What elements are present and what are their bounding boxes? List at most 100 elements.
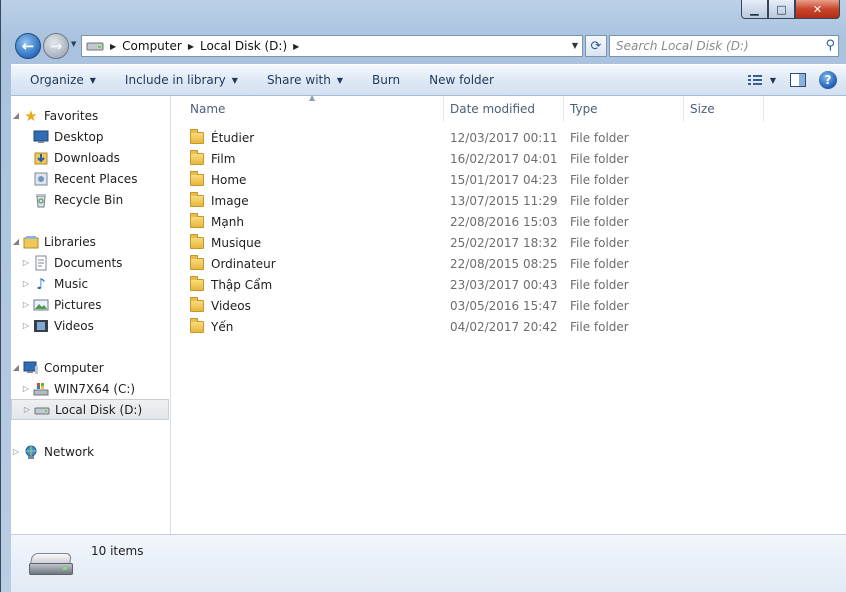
folder-icon [190,317,204,333]
burn-button[interactable]: Burn [352,65,409,95]
drive-icon [86,42,104,51]
table-row[interactable]: Mạnh 22/08/2016 15:03 File folder [172,211,772,232]
sidebar-item-desktop[interactable]: Desktop [11,126,169,147]
sidebar-item-music[interactable]: ▷ ♪ Music [11,273,169,294]
address-bar[interactable]: ▶ Computer ▶ Local Disk (D:) ▶ ▼ [81,35,583,57]
sidebar-item-label: Videos [54,318,94,333]
sidebar-item-recycle-bin[interactable]: Recycle Bin [11,189,169,210]
sidebar-item-local-disk-d[interactable]: ▷ Local Disk (D:) [11,399,169,420]
recent-places-icon [34,172,48,185]
explorer-window: ▁ □ ✕ ← → ▼ ▶ Computer ▶ Local Disk (D:)… [0,0,846,592]
sidebar-item-label: Favorites [44,108,99,123]
sidebar-item-videos[interactable]: ▷ Videos [11,315,169,336]
table-row[interactable]: Yến 04/02/2017 20:42 File folder [172,316,772,337]
sidebar-item-network[interactable]: ▷ Network [11,441,169,462]
file-name: Videos [211,298,251,313]
expand-arrow-icon[interactable]: ◢ [11,111,21,120]
column-header-size[interactable]: Size [684,96,764,122]
breadcrumb-local-disk[interactable]: Local Disk (D:) [200,39,287,53]
date-modified-cell: 23/03/2017 00:43 [450,277,558,292]
minimize-button[interactable]: ▁ [741,0,768,19]
table-row[interactable]: Videos 03/05/2016 15:47 File folder [172,295,772,316]
file-list: ▲ Name Date modified Type Size Étudier 12… [172,93,846,534]
chevron-down-icon[interactable]: ▼ [770,76,776,85]
sidebar-item-computer[interactable]: ◢ Computer [11,357,169,378]
file-name-cell[interactable]: Yến [190,316,233,337]
type-cell: File folder [570,277,629,292]
file-name-cell[interactable]: Ordinateur [190,253,276,274]
breadcrumb-arrow-icon[interactable]: ▶ [188,42,194,51]
refresh-button[interactable]: ⟳ [585,35,607,57]
maximize-button[interactable]: □ [768,0,795,19]
expand-arrow-icon[interactable]: ▷ [21,321,31,330]
date-modified-cell: 16/02/2017 04:01 [450,151,558,166]
expand-arrow-icon[interactable]: ◢ [11,237,21,246]
type-cell: File folder [570,298,629,313]
table-row[interactable]: Home 15/01/2017 04:23 File folder [172,169,772,190]
expand-arrow-icon[interactable]: ▷ [21,279,31,288]
organize-menu[interactable]: Organize ▼ [11,65,105,95]
back-button[interactable]: ← [15,33,41,59]
search-input[interactable] [616,39,816,53]
file-name-cell[interactable]: Musique [190,232,261,253]
file-name-cell[interactable]: Videos [190,295,251,316]
sidebar-item-label: Local Disk (D:) [55,402,143,417]
organize-label: Organize [30,73,84,87]
expand-arrow-icon[interactable]: ▷ [21,384,31,393]
column-header-type[interactable]: Type [564,96,684,122]
pictures-icon [33,299,49,310]
drive-icon [34,407,50,414]
change-view-button[interactable]: ▼ [741,65,783,95]
folder-icon [190,212,204,228]
address-history-dropdown-icon[interactable]: ▼ [572,41,578,50]
type-cell: File folder [570,193,629,208]
file-name: Film [211,151,236,166]
file-name-cell[interactable]: Image [190,190,249,211]
sidebar-item-libraries[interactable]: ◢ Libraries [11,231,169,252]
file-name-cell[interactable]: Home [190,169,246,190]
breadcrumb-computer[interactable]: Computer [122,39,182,53]
table-row[interactable]: Image 13/07/2015 11:29 File folder [172,190,772,211]
file-name-cell[interactable]: Film [190,148,235,169]
sidebar-item-documents[interactable]: ▷ Documents [11,252,169,273]
expand-arrow-icon[interactable]: ▷ [21,300,31,309]
expand-arrow-icon[interactable]: ▷ [22,405,32,414]
date-modified-cell: 12/03/2017 00:11 [450,130,558,145]
folder-icon [190,191,204,207]
search-icon[interactable]: ⚲ [825,38,835,53]
sidebar-item-recent-places[interactable]: Recent Places [11,168,169,189]
share-with-menu[interactable]: Share with ▼ [247,65,352,95]
table-row[interactable]: Étudier 12/03/2017 00:11 File folder [172,127,772,148]
sidebar-item-label: Downloads [54,150,120,165]
file-name-cell[interactable]: Thập Cẩm [190,274,272,295]
table-row[interactable]: Ordinateur 22/08/2015 08:25 File folder [172,253,772,274]
preview-pane-button[interactable] [783,65,813,95]
recent-pages-dropdown[interactable]: ▼ [71,40,76,48]
include-in-library-menu[interactable]: Include in library ▼ [105,65,247,95]
breadcrumb-arrow-icon[interactable]: ▶ [110,42,116,51]
sidebar-item-pictures[interactable]: ▷ Pictures [11,294,169,315]
column-header-date-modified[interactable]: Date modified [444,96,564,122]
sidebar-item-downloads[interactable]: Downloads [11,147,169,168]
type-cell: File folder [570,256,629,271]
expand-arrow-icon[interactable]: ◢ [11,363,21,372]
sidebar-item-win7x64-c[interactable]: ▷ WIN7X64 (C:) [11,378,169,399]
file-name-cell[interactable]: Étudier [190,127,254,148]
table-row[interactable]: Film 16/02/2017 04:01 File folder [172,148,772,169]
close-button[interactable]: ✕ [795,0,840,19]
file-name: Étudier [211,130,255,145]
column-header-name[interactable]: Name [184,96,444,122]
libraries-icon [23,235,39,248]
table-row[interactable]: Thập Cẩm 23/03/2017 00:43 File folder [172,274,772,295]
file-name-cell[interactable]: Mạnh [190,211,244,232]
expand-arrow-icon[interactable]: ▷ [11,447,21,456]
help-icon[interactable]: ? [819,71,837,89]
table-row[interactable]: Musique 25/02/2017 18:32 File folder [172,232,772,253]
new-folder-button[interactable]: New folder [409,65,503,95]
forward-button[interactable]: → [43,33,69,59]
sidebar-item-favorites[interactable]: ◢ ★ Favorites [11,105,169,126]
breadcrumb-arrow-icon[interactable]: ▶ [293,42,299,51]
expand-arrow-icon[interactable]: ▷ [21,258,31,267]
type-cell: File folder [570,151,629,166]
search-box[interactable]: ⚲ [609,35,839,57]
